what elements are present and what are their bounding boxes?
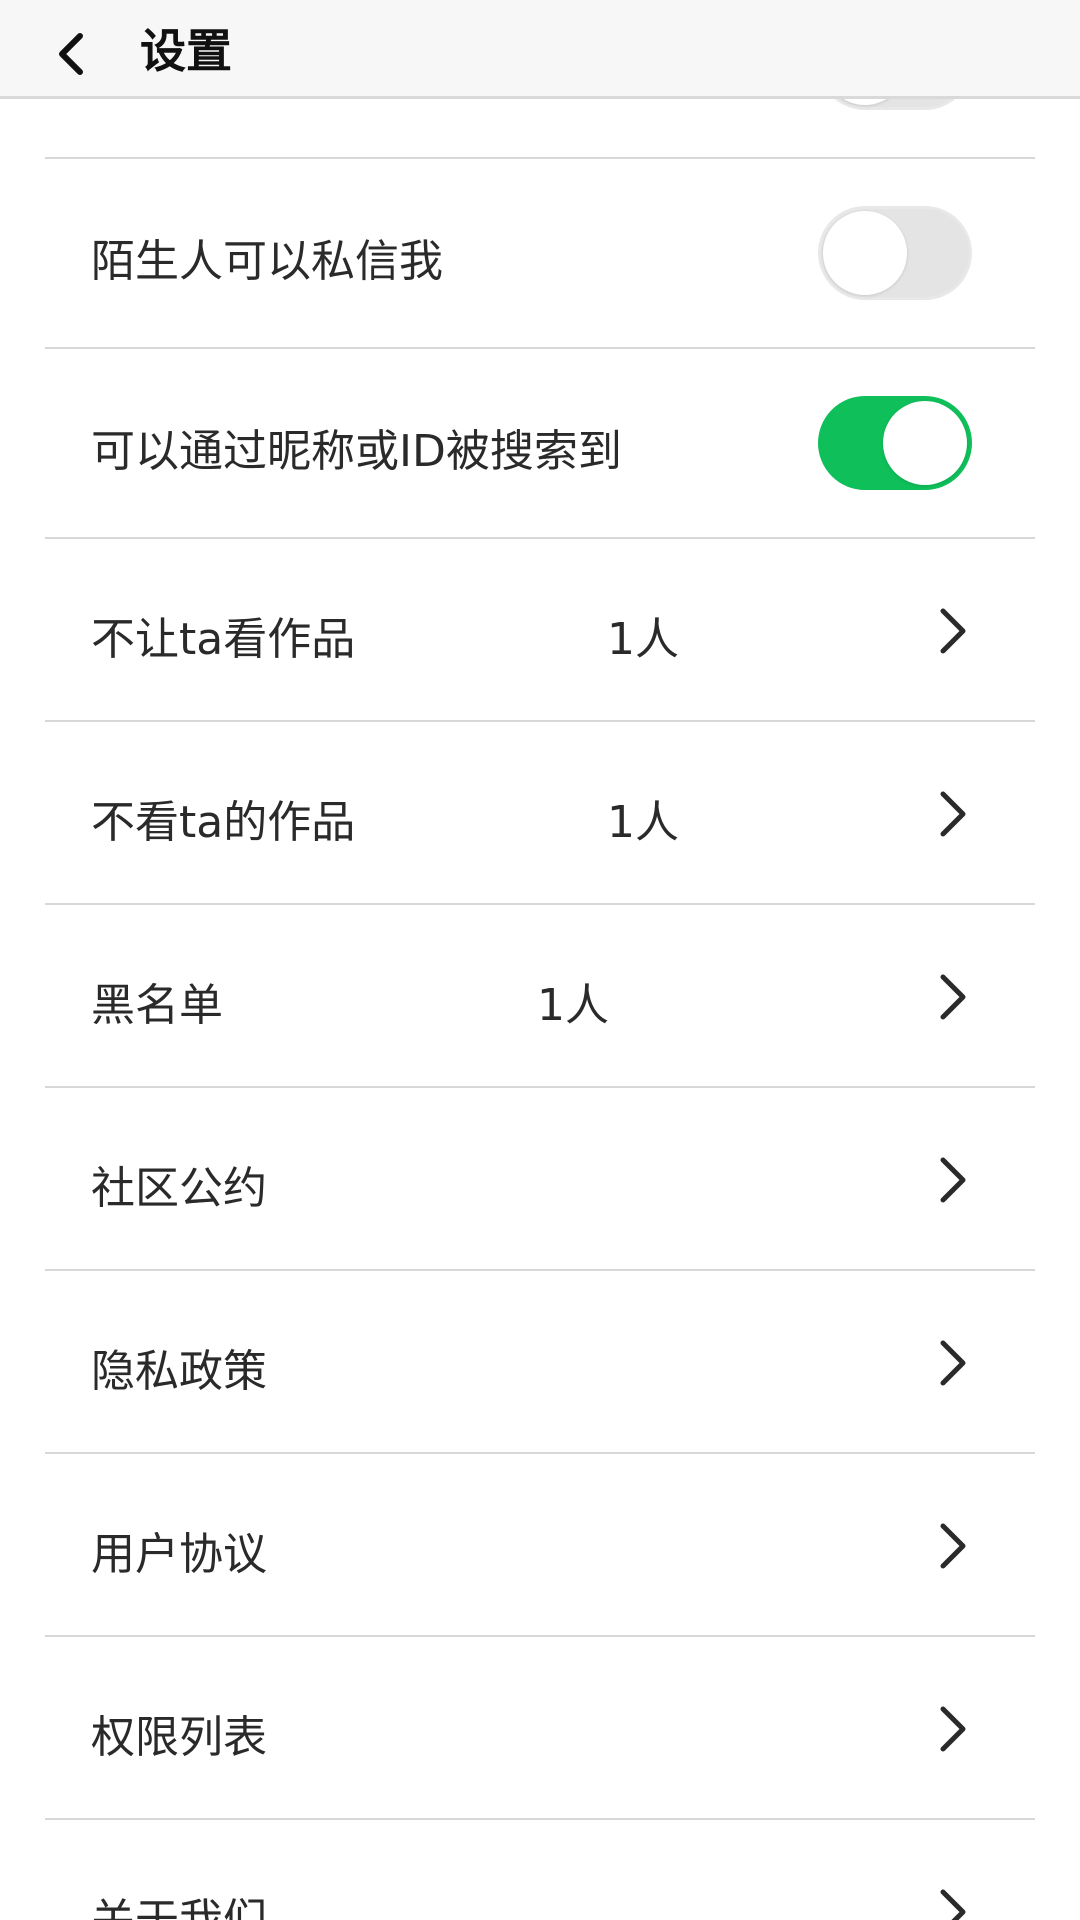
toggle-knob [823, 211, 907, 295]
settings-page: 陌生人可以私信我 可以通过昵称或ID被搜索到 不让ta看作品 1人 不看ta的作… [0, 0, 1080, 1920]
chevron-right-icon [940, 1523, 966, 1569]
row-label: 不看ta的作品 [91, 797, 356, 848]
chevron-right-icon [940, 1340, 966, 1386]
chevron-right-icon [940, 791, 966, 837]
row-blacklist[interactable]: 黑名单 1人 [45, 903, 1035, 1088]
chevron-right-icon [940, 1157, 966, 1203]
row-label: 关于我们 [91, 1884, 267, 1920]
row-privacy-policy[interactable]: 隐私政策 [45, 1269, 1035, 1454]
row-label: 黑名单 [91, 980, 223, 1031]
chevron-right-icon [940, 1889, 966, 1920]
row-count-value: 1人 [607, 614, 679, 665]
row-searchable: 可以通过昵称或ID被搜索到 [45, 347, 1035, 539]
searchable-toggle[interactable] [818, 396, 972, 490]
chevron-right-icon [940, 608, 966, 654]
row-about-us[interactable]: 关于我们 [45, 1818, 1035, 1920]
row-count-value: 1人 [607, 797, 679, 848]
row-label: 用户协议 [91, 1529, 267, 1580]
top-app-bar: 设置 [0, 0, 1080, 99]
back-button[interactable] [44, 26, 100, 82]
row-user-agreement[interactable]: 用户协议 [45, 1452, 1035, 1637]
row-stranger-dm: 陌生人可以私信我 [45, 157, 1035, 349]
row-not-see[interactable]: 不看ta的作品 1人 [45, 720, 1035, 905]
chevron-left-icon [59, 33, 83, 75]
row-label: 可以通过昵称或ID被搜索到 [91, 426, 622, 477]
toggle-knob [883, 401, 967, 485]
row-label: 陌生人可以私信我 [91, 236, 443, 287]
row-label: 不让ta看作品 [91, 614, 356, 665]
chevron-right-icon [940, 1706, 966, 1752]
page-title: 设置 [140, 24, 232, 78]
row-label: 社区公约 [91, 1163, 267, 1214]
stranger-dm-toggle[interactable] [818, 206, 972, 300]
chevron-right-icon [940, 974, 966, 1020]
row-label: 隐私政策 [91, 1346, 267, 1397]
row-count-value: 1人 [537, 980, 609, 1031]
row-hide-works[interactable]: 不让ta看作品 1人 [45, 537, 1035, 722]
row-label: 权限列表 [91, 1712, 267, 1763]
row-permissions-list[interactable]: 权限列表 [45, 1635, 1035, 1820]
row-community-guidelines[interactable]: 社区公约 [45, 1086, 1035, 1271]
